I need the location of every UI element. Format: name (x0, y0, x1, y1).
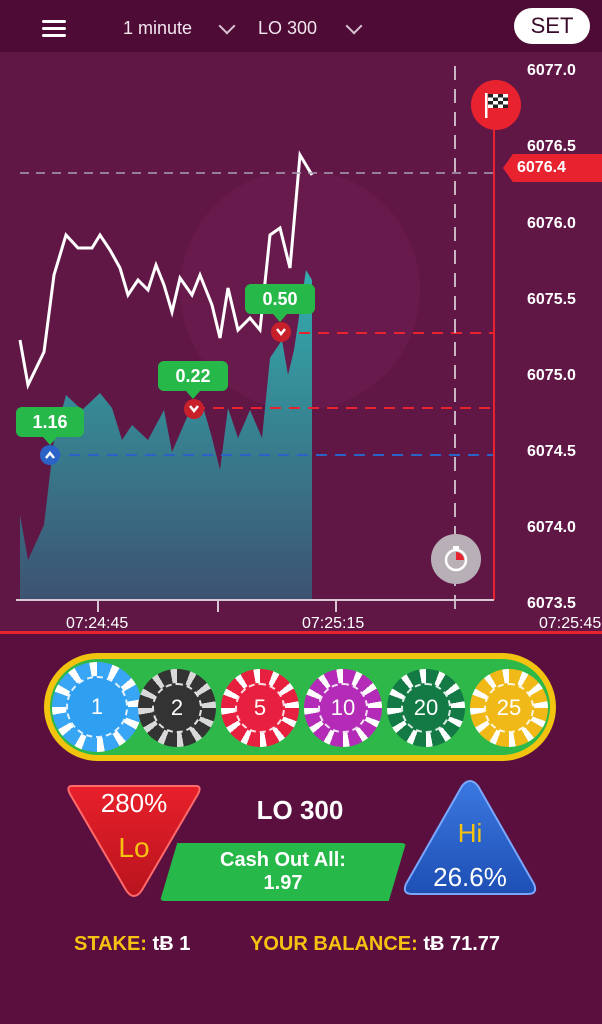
chevron-up-icon (40, 445, 60, 465)
cash-out-amount: 1.97 (263, 872, 303, 894)
price-tick: 6076.0 (527, 215, 576, 232)
hi-percent: 26.6% (433, 862, 507, 892)
bet-tag: 0.22 (158, 361, 228, 399)
divider (0, 631, 602, 634)
chip-25[interactable]: 25 (470, 669, 548, 747)
price-tick: 6075.0 (527, 367, 576, 384)
hi-label: Hi (457, 818, 483, 848)
chip-5[interactable]: 5 (221, 669, 299, 747)
price-tick: 6073.5 (527, 595, 576, 612)
chevron-down-icon (271, 322, 291, 342)
lo-percent: 280% (100, 788, 168, 818)
chevron-down-icon (184, 399, 204, 419)
price-tick: 6074.0 (527, 519, 576, 536)
current-price-badge: 6076.4 (503, 154, 602, 182)
checkered-flag-icon (485, 93, 508, 118)
finish-flag-button[interactable] (471, 80, 521, 130)
cash-out-label: Cash Out All: (220, 849, 346, 871)
price-tick: 6076.5 (527, 138, 576, 155)
stopwatch-icon (444, 546, 468, 572)
bet-tag: 0.50 (245, 284, 315, 322)
cash-out-all-button[interactable]: Cash Out All: 1.97 (160, 843, 406, 901)
stake-display: STAKE: tɃ 1 (74, 933, 190, 956)
chip-20[interactable]: 20 (387, 669, 465, 747)
timer-button[interactable] (431, 534, 481, 584)
stake-label: STAKE: (74, 933, 147, 955)
chip-1[interactable]: 1 (52, 662, 142, 752)
balance-label: YOUR BALANCE: (250, 933, 418, 955)
chip-2[interactable]: 2 (138, 669, 216, 747)
hi-button[interactable]: Hi 26.6% (400, 778, 540, 900)
chip-10[interactable]: 10 (304, 669, 382, 747)
stake-value: tɃ 1 (152, 933, 191, 955)
price-tick: 6074.5 (527, 443, 576, 460)
balance-display: YOUR BALANCE: tɃ 71.77 (250, 933, 500, 956)
price-tick: 6075.5 (527, 291, 576, 308)
price-tick: 6077.0 (527, 62, 576, 79)
balance-value: tɃ 71.77 (423, 933, 501, 955)
bet-tag: 1.16 (16, 407, 84, 445)
symbol-title: LO 300 (256, 795, 344, 825)
